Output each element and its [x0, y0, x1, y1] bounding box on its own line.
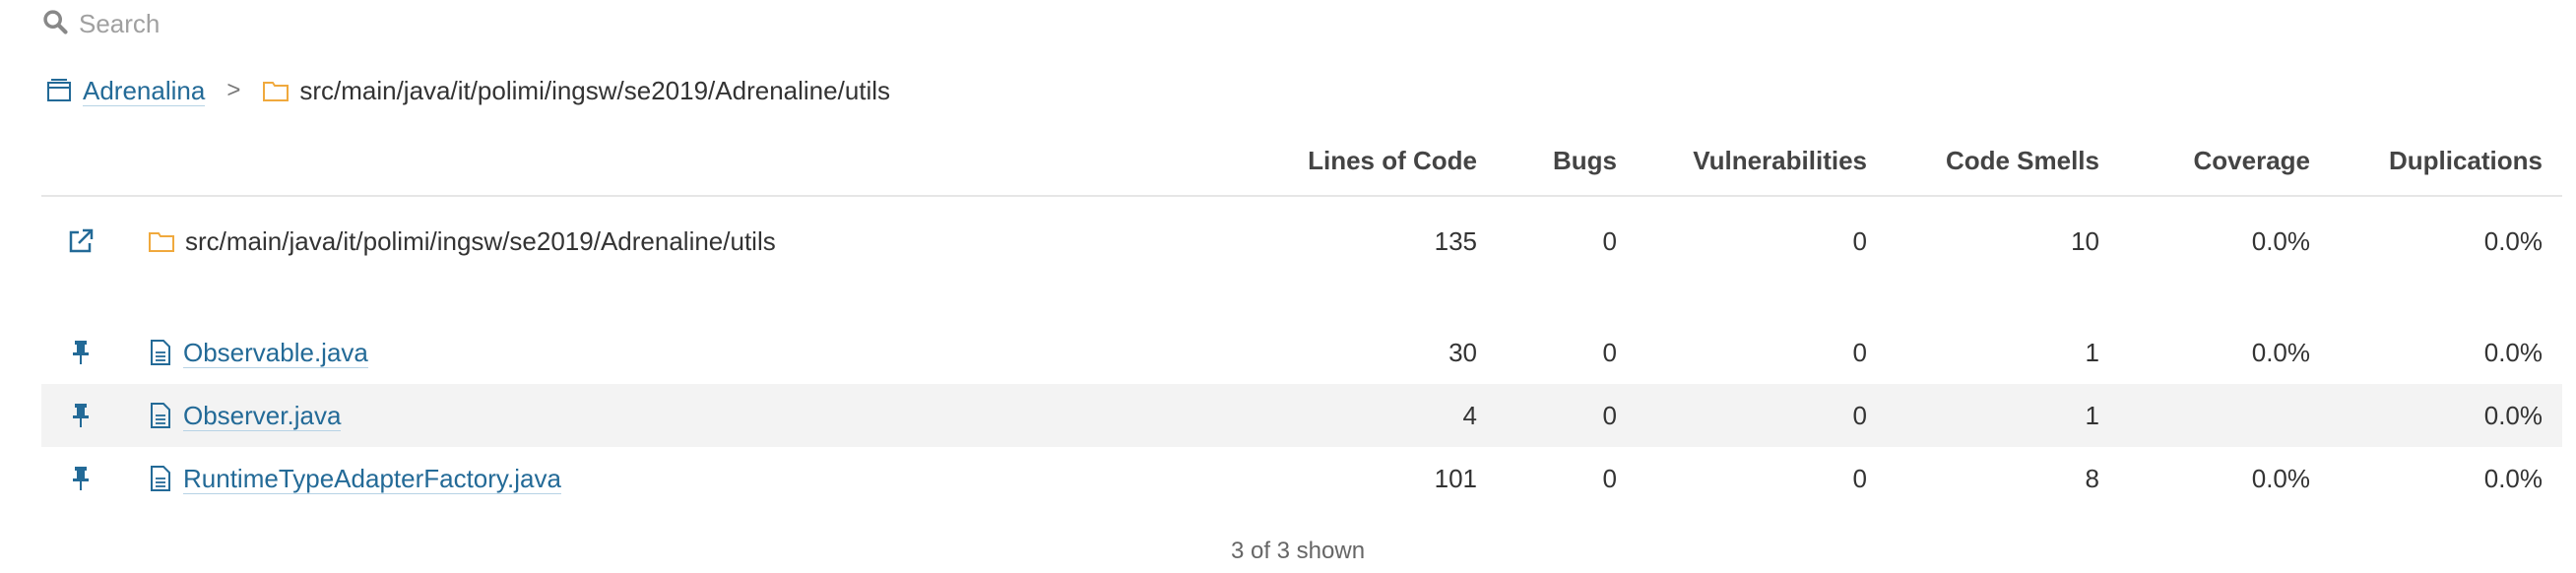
cell-coverage: 0.0%: [2251, 463, 2310, 493]
file-icon: [148, 339, 173, 366]
cell-bugs: 0: [1602, 225, 1617, 256]
cell-vulnerabilities: 0: [1852, 337, 1867, 367]
column-header-bugs[interactable]: Bugs: [1553, 146, 1617, 176]
cell-code-smells: 1: [2085, 337, 2099, 367]
cell-lines-of-code: 101: [1434, 463, 1477, 493]
cell-lines-of-code: 135: [1434, 225, 1477, 256]
file-name-cell: RuntimeTypeAdapterFactory.java: [148, 447, 561, 510]
table-header: Lines of Code Bugs Vulnerabilities Code …: [41, 138, 2562, 197]
external-link-icon[interactable]: [61, 197, 100, 286]
pin-icon[interactable]: [61, 447, 100, 510]
file-link[interactable]: RuntimeTypeAdapterFactory.java: [183, 464, 561, 494]
file-link[interactable]: Observer.java: [183, 401, 342, 431]
cell-duplications: 0.0%: [2483, 463, 2543, 493]
cell-lines-of-code: 30: [1449, 337, 1477, 367]
column-header-code-smells[interactable]: Code Smells: [1946, 146, 2099, 176]
breadcrumb-current-path: src/main/java/it/polimi/ingsw/se2019/Adr…: [299, 75, 891, 105]
directory-name: src/main/java/it/polimi/ingsw/se2019/Adr…: [185, 225, 776, 256]
cell-duplications: 0.0%: [2483, 400, 2543, 430]
project-icon: [45, 77, 73, 104]
pin-icon[interactable]: [61, 384, 100, 447]
table-row-directory: src/main/java/it/polimi/ingsw/se2019/Adr…: [41, 197, 2562, 286]
search-icon: [41, 8, 69, 40]
cell-coverage: 0.0%: [2251, 225, 2310, 256]
file-link[interactable]: Observable.java: [183, 338, 368, 368]
column-header-lines-of-code[interactable]: Lines of Code: [1308, 146, 1477, 176]
row-spacer: [41, 286, 2562, 321]
shown-count: 3 of 3 shown: [1230, 538, 1366, 564]
column-header-coverage[interactable]: Coverage: [2194, 146, 2311, 176]
folder-icon: [148, 227, 175, 255]
page: Adrenalina > src/main/java/it/polimi/ing…: [0, 0, 2576, 573]
breadcrumb: Adrenalina > src/main/java/it/polimi/ing…: [45, 71, 890, 110]
cell-vulnerabilities: 0: [1852, 225, 1867, 256]
file-name-cell: Observer.java: [148, 384, 342, 447]
column-header-vulnerabilities[interactable]: Vulnerabilities: [1693, 146, 1867, 176]
breadcrumb-separator: >: [226, 77, 241, 103]
cell-code-smells: 1: [2085, 400, 2099, 430]
pagination-footer: 3 of 3 shown: [0, 538, 2576, 565]
table-row: Observable.java 30 0 0 1 0.0% 0.0%: [41, 321, 2562, 384]
file-name-cell: Observable.java: [148, 321, 368, 384]
file-icon: [148, 402, 173, 429]
cell-bugs: 0: [1602, 337, 1617, 367]
cell-lines-of-code: 4: [1462, 400, 1477, 430]
breadcrumb-project-link[interactable]: Adrenalina: [83, 76, 206, 106]
cell-duplications: 0.0%: [2483, 337, 2543, 367]
search-input[interactable]: [79, 8, 670, 39]
cell-coverage: 0.0%: [2251, 337, 2310, 367]
cell-code-smells: 8: [2085, 463, 2099, 493]
directory-name-cell: src/main/java/it/polimi/ingsw/se2019/Adr…: [148, 197, 776, 286]
table-row: RuntimeTypeAdapterFactory.java 101 0 0 8…: [41, 447, 2562, 510]
cell-bugs: 0: [1602, 463, 1617, 493]
table-row: Observer.java 4 0 0 1 0.0%: [41, 384, 2562, 447]
cell-code-smells: 10: [2071, 225, 2099, 256]
cell-bugs: 0: [1602, 400, 1617, 430]
cell-vulnerabilities: 0: [1852, 463, 1867, 493]
cell-duplications: 0.0%: [2483, 225, 2543, 256]
cell-vulnerabilities: 0: [1852, 400, 1867, 430]
measures-table: Lines of Code Bugs Vulnerabilities Code …: [41, 138, 2562, 510]
pin-icon[interactable]: [61, 321, 100, 384]
folder-icon: [262, 77, 290, 104]
file-icon: [148, 465, 173, 492]
column-header-duplications[interactable]: Duplications: [2389, 146, 2543, 176]
search-bar[interactable]: [41, 4, 670, 43]
